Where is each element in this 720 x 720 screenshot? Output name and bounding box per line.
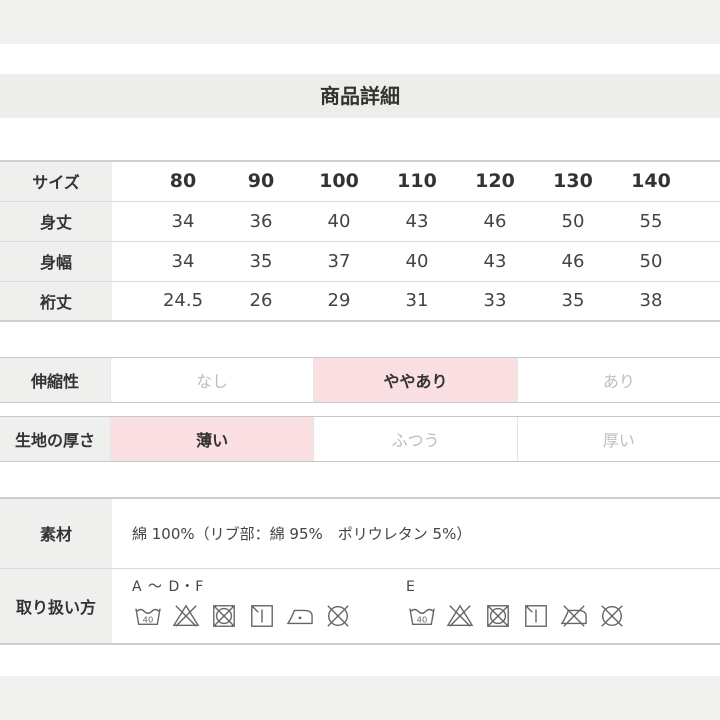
thickness-rating: 生地の厚さ 薄い ふつう 厚い — [0, 416, 720, 462]
value-cell: 50 — [612, 240, 690, 281]
wash-40-icon: 40 — [132, 603, 164, 633]
value-cell: 55 — [612, 200, 690, 241]
svg-text:40: 40 — [143, 614, 154, 624]
value-cell: 26 — [222, 280, 300, 321]
material-value: 綿 100%（リブ部：綿 95% ポリウレタン 5%） — [132, 524, 472, 543]
value-cell: 31 — [378, 280, 456, 321]
size-header-row: サイズ 80 90 100 110 120 130 140 — [0, 161, 720, 201]
care-icons: 40 — [406, 603, 628, 633]
row-label: 身丈 — [0, 200, 112, 241]
value-cell: 50 — [534, 200, 612, 241]
no-dry-clean-icon — [596, 603, 628, 633]
stretch-option-slight: ややあり — [313, 358, 517, 402]
stretch-option-yes: あり — [516, 358, 720, 402]
care-caption: E — [406, 578, 416, 595]
care-group-a: A ～ D・F 40 — [132, 577, 354, 633]
size-cell: 90 — [247, 170, 275, 193]
table-row: 裄丈 24.5 26 29 31 33 35 38 — [0, 280, 720, 321]
svg-text:40: 40 — [417, 614, 428, 624]
size-cell: 130 — [553, 170, 593, 193]
no-bleach-icon — [170, 603, 202, 633]
value-cell: 46 — [456, 200, 534, 241]
line-dry-shade-icon — [246, 603, 278, 633]
iron-low-icon — [284, 603, 316, 633]
care-label: 取り扱い方 — [0, 567, 112, 644]
no-iron-icon — [558, 603, 590, 633]
size-header-label: サイズ — [0, 161, 112, 201]
size-cell: 120 — [475, 170, 515, 193]
care-value: A ～ D・F 40 E 40 — [112, 567, 720, 644]
value-cell: 37 — [300, 240, 378, 281]
line-dry-shade-icon — [520, 603, 552, 633]
value-cell: 43 — [456, 240, 534, 281]
wash-40-icon: 40 — [406, 603, 438, 633]
thickness-option-thick: 厚い — [516, 417, 720, 461]
value-cell: 40 — [378, 240, 456, 281]
size-cell: 80 — [169, 170, 197, 193]
stretch-rating: 伸縮性 なし ややあり あり — [0, 357, 720, 403]
no-tumble-dry-icon — [482, 603, 514, 633]
value-cell: 33 — [456, 280, 534, 321]
value-cell: 35 — [222, 240, 300, 281]
top-band — [0, 0, 720, 44]
value-cell: 43 — [378, 200, 456, 241]
care-group-e: E 40 — [406, 577, 628, 633]
material-label: 素材 — [0, 498, 112, 568]
care-icons: 40 — [132, 603, 354, 633]
table-row: 身丈 34 36 40 43 46 50 55 — [0, 200, 720, 241]
stretch-option-none: なし — [110, 358, 313, 402]
value-cell: 34 — [144, 200, 222, 241]
row-label: 身幅 — [0, 240, 112, 281]
no-bleach-icon — [444, 603, 476, 633]
table-row: 身幅 34 35 37 40 43 46 50 — [0, 240, 720, 281]
page-title: 商品詳細 — [0, 74, 720, 118]
value-cell: 34 — [144, 240, 222, 281]
material-row: 素材 綿 100%（リブ部：綿 95% ポリウレタン 5%） — [0, 498, 720, 568]
care-caption: A ～ D・F — [132, 578, 205, 595]
size-cell: 140 — [631, 170, 671, 193]
value-cell: 24.5 — [144, 280, 222, 321]
thickness-option-normal: ふつう — [313, 417, 516, 461]
care-row: 取り扱い方 A ～ D・F 40 E 40 — [0, 567, 720, 644]
value-cell: 46 — [534, 240, 612, 281]
value-cell: 40 — [300, 200, 378, 241]
value-cell: 38 — [612, 280, 690, 321]
size-cell: 100 — [319, 170, 359, 193]
value-cell: 36 — [222, 200, 300, 241]
size-cell: 110 — [397, 170, 437, 193]
bottom-band — [0, 676, 720, 720]
thickness-option-thin: 薄い — [110, 417, 314, 461]
value-cell: 29 — [300, 280, 378, 321]
stretch-label: 伸縮性 — [0, 358, 110, 402]
no-tumble-dry-icon — [208, 603, 240, 633]
row-label: 裄丈 — [0, 280, 112, 321]
no-dry-clean-icon — [322, 603, 354, 633]
value-cell: 35 — [534, 280, 612, 321]
size-table: サイズ 80 90 100 110 120 130 140 身丈 34 36 4… — [0, 160, 720, 322]
thickness-label: 生地の厚さ — [0, 417, 110, 461]
material-table: 素材 綿 100%（リブ部：綿 95% ポリウレタン 5%） 取り扱い方 A ～… — [0, 497, 720, 645]
